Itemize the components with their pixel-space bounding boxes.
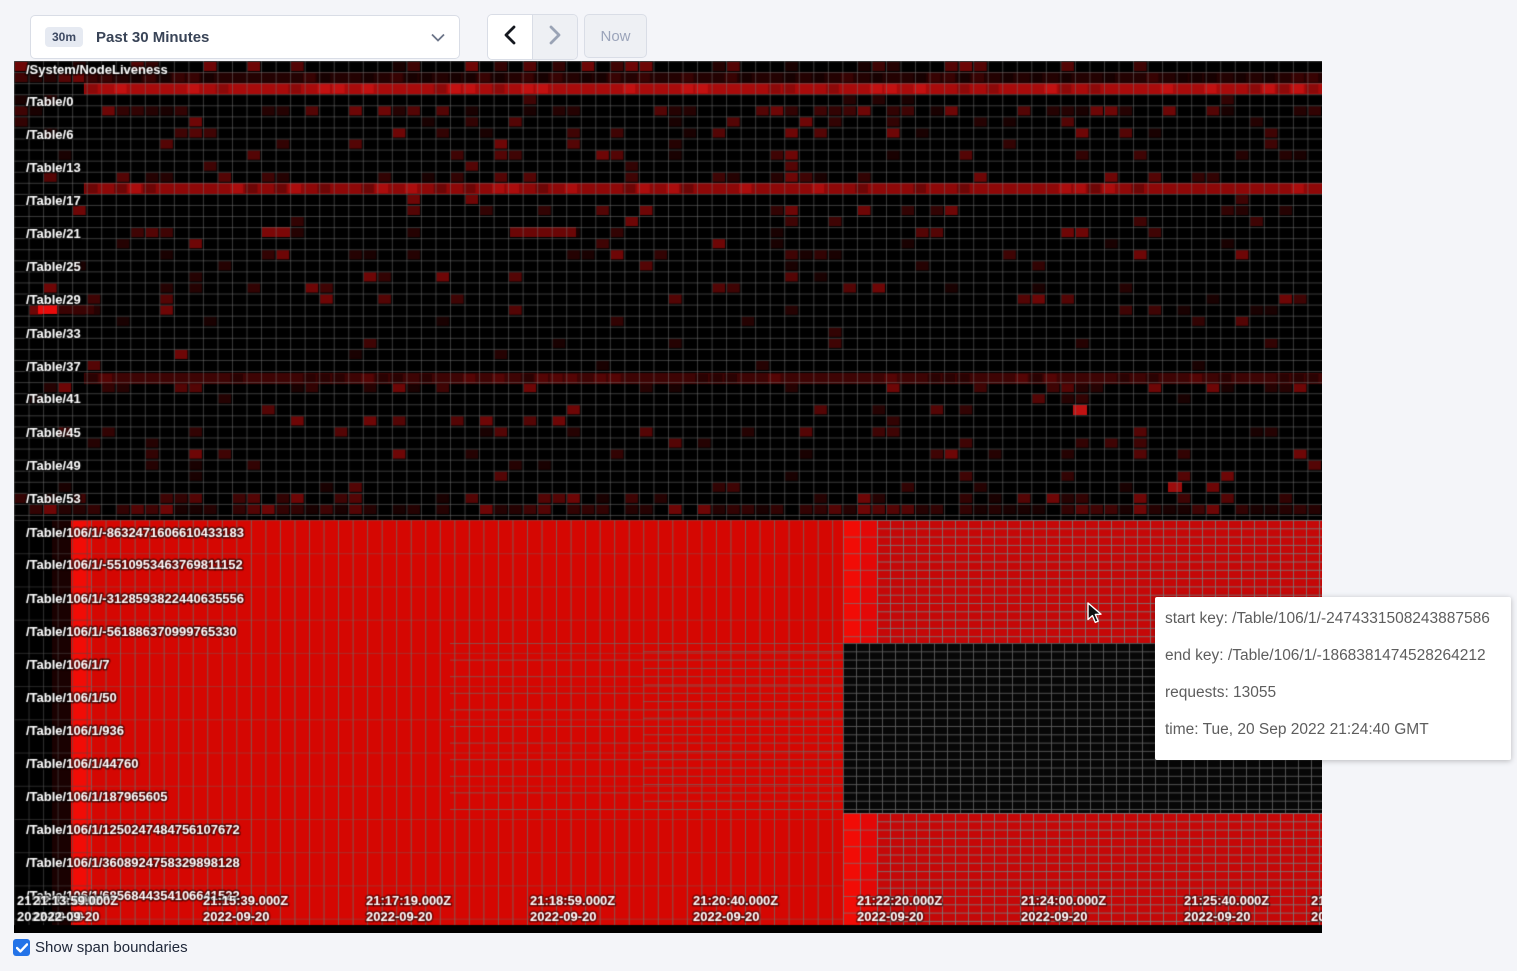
chevron-left-icon (503, 25, 517, 50)
show-span-boundaries-checkbox[interactable] (13, 939, 30, 956)
previous-time-button[interactable] (488, 15, 533, 59)
footer-controls: Show span boundaries (13, 939, 188, 956)
now-button-label: Now (600, 28, 630, 45)
heatmap-tooltip: start key: /Table/106/1/-247433150824388… (1155, 597, 1511, 760)
chevron-down-icon (431, 33, 445, 42)
now-button[interactable]: Now (584, 14, 647, 58)
tooltip-start-key: start key: /Table/106/1/-247433150824388… (1165, 610, 1501, 627)
time-range-label: Past 30 Minutes (96, 29, 209, 46)
time-nav-group (487, 14, 578, 60)
time-range-dropdown[interactable]: 30m Past 30 Minutes (30, 15, 460, 59)
tooltip-time: time: Tue, 20 Sep 2022 21:24:40 GMT (1165, 721, 1501, 738)
tooltip-end-key: end key: /Table/106/1/-18683814745282642… (1165, 647, 1501, 664)
chevron-right-icon (548, 25, 562, 50)
time-range-badge: 30m (45, 27, 83, 47)
show-span-boundaries-label: Show span boundaries (35, 939, 188, 956)
tooltip-requests: requests: 13055 (1165, 684, 1501, 701)
key-visualizer-heatmap[interactable] (14, 61, 1322, 933)
next-time-button[interactable] (533, 15, 577, 59)
key-visualizer-page: { "toolbar": { "time_range_badge": "30m"… (0, 0, 1517, 971)
